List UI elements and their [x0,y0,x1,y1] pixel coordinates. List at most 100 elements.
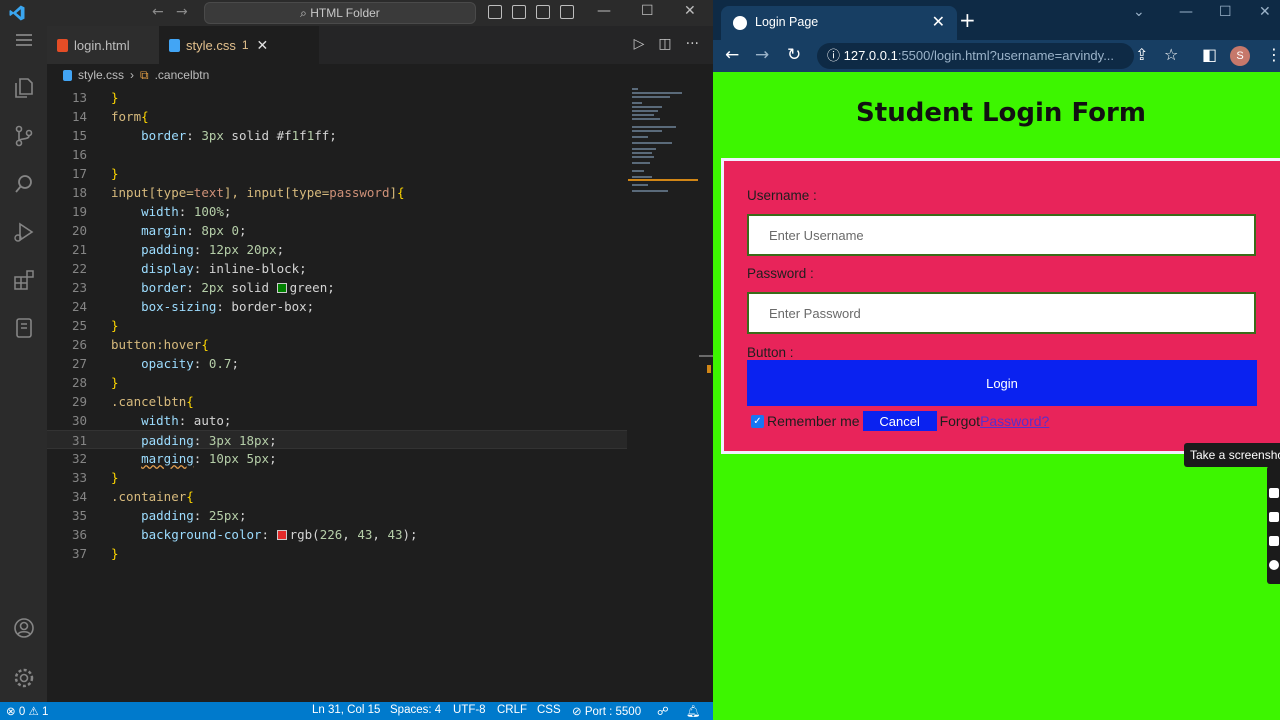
address-bar[interactable]: ⓘ 127.0.0.1:5500/login.html?username=arv… [817,43,1134,69]
indentation[interactable]: Spaces: 4 [390,704,441,716]
settings-gear-icon[interactable] [1269,560,1279,570]
forgot-password-link[interactable]: Password? [980,413,1049,429]
screenshot-tooltip: Take a screensho [1184,443,1280,467]
maximize-icon[interactable]: ☐ [641,3,654,19]
customize-layout-icon[interactable] [560,5,574,19]
problems-indicator[interactable]: ⊗ 0 ⚠ 1 [6,704,48,718]
line-ending[interactable]: CRLF [497,704,527,716]
cancel-button[interactable]: Cancel [862,411,937,431]
toggle-panel-icon[interactable] [512,5,526,19]
code-line[interactable]: 28} [47,373,627,392]
region-capture-icon[interactable] [1269,512,1279,522]
editor-tab-bar: login.html style.css 1 ✕ ▷ ◫ ··· [47,26,713,64]
bookmark-star-icon[interactable]: ☆ [1164,45,1178,64]
run-debug-icon[interactable] [12,220,36,244]
password-input[interactable] [747,292,1256,334]
minimize-icon[interactable]: — [597,3,611,19]
line-number: 27 [71,356,87,371]
code-line[interactable]: 27 opacity: 0.7; [47,354,627,373]
profile-avatar[interactable]: S [1230,46,1250,66]
code-line[interactable]: 32 marging: 10px 5px; [47,449,627,468]
search-sidebar-icon[interactable] [12,172,36,196]
close-window-icon[interactable]: ✕ [1259,4,1271,20]
tab-login-html[interactable]: login.html [47,26,159,64]
code-line[interactable]: 24 box-sizing: border-box; [47,297,627,316]
tab-style-css[interactable]: style.css 1 ✕ [159,26,319,64]
forward-arrow-icon[interactable]: → [755,45,769,65]
toggle-sidebar-icon[interactable] [488,5,502,19]
remote-explorer-icon[interactable] [12,316,36,340]
code-line[interactable]: 20 margin: 8px 0; [47,221,627,240]
code-editor[interactable]: 13} 14 form{15 border: 3px solid #f1f1ff; 1… [47,88,627,568]
explorer-icon[interactable] [12,76,36,100]
site-info-icon[interactable]: ⓘ [827,48,844,63]
code-line[interactable]: 36 background-color: rgb(226, 43, 43); [47,525,627,544]
maximize-icon[interactable]: ☐ [1219,4,1232,20]
code-line[interactable]: 18 input[type=text], input[type=password]… [47,183,627,202]
command-center-search[interactable]: ⌕ HTML Folder [204,2,476,24]
extensions-icon[interactable] [12,268,36,292]
code-line[interactable]: 25} [47,316,627,335]
search-icon: ⌕ [300,6,311,20]
feedback-icon[interactable]: ☍ [657,704,669,718]
breadcrumb-file[interactable]: style.css [78,68,124,82]
notifications-bell-icon[interactable]: 🔔︎ [686,704,701,718]
toggle-secondary-sidebar-icon[interactable] [536,5,550,19]
share-icon[interactable]: ⇪ [1135,45,1148,64]
breadcrumb-symbol[interactable]: .cancelbtn [155,68,210,82]
close-tab-icon[interactable]: ✕ [257,37,269,54]
window-capture-icon[interactable] [1269,536,1279,546]
code-line[interactable]: 29 .cancelbtn{ [47,392,627,411]
code-line[interactable]: 30 width: auto; [47,411,627,430]
new-tab-plus-icon[interactable]: + [959,8,976,32]
line-number: 19 [71,204,87,219]
username-input[interactable] [747,214,1256,256]
forward-arrow-icon[interactable]: → [176,4,188,20]
code-line[interactable]: 17} [47,164,627,183]
run-icon[interactable]: ▷ [634,36,645,52]
tab-search-chevron-icon[interactable]: ⌄ [1133,4,1145,20]
code-line[interactable]: 26 button:hover{ [47,335,627,354]
code-line[interactable]: 19 width: 100%; [47,202,627,221]
code-line[interactable]: 33} [47,468,627,487]
encoding[interactable]: UTF-8 [453,704,486,716]
code-line[interactable]: 37} [47,544,627,563]
browser-menu-icon[interactable]: ⋮ [1266,45,1280,64]
code-line[interactable]: 34 .container{ [47,487,627,506]
code-line[interactable]: 35 padding: 25px; [47,506,627,525]
language-mode[interactable]: CSS [537,704,561,716]
side-panel-icon[interactable]: ◧ [1202,45,1217,64]
code-line[interactable]: 13} [47,88,627,107]
close-window-icon[interactable]: ✕ [684,3,696,19]
more-actions-icon[interactable]: ··· [686,36,699,52]
code-line[interactable]: 31 padding: 3px 18px; [47,430,627,449]
code-line[interactable]: 21 padding: 12px 20px; [47,240,627,259]
reload-icon[interactable]: ↻ [787,45,801,65]
browser-tab-login-page[interactable]: Login Page ✕ [721,6,957,40]
back-arrow-icon[interactable]: ← [725,45,739,65]
live-server-port[interactable]: ⊘ Port : 5500 [572,704,641,718]
symbol-class-icon: ⧉ [140,67,149,82]
minimap[interactable] [628,86,700,206]
minimize-icon[interactable]: — [1179,4,1193,20]
code-line[interactable]: 14 form{ [47,107,627,126]
line-number: 16 [71,147,87,162]
camera-icon[interactable] [1269,488,1279,498]
close-tab-icon[interactable]: ✕ [932,12,945,32]
code-text: form{ [111,109,149,124]
code-line[interactable]: 15 border: 3px solid #f1f1ff; [47,126,627,145]
settings-gear-icon[interactable] [12,666,36,690]
code-text: } [111,375,119,390]
code-line[interactable]: 16 [47,145,627,164]
cursor-position[interactable]: Ln 31, Col 15 [312,704,380,716]
code-line[interactable]: 23 border: 2px solid green; [47,278,627,297]
split-editor-icon[interactable]: ◫ [658,36,671,52]
login-button[interactable]: Login [747,360,1257,406]
remember-me-checkbox[interactable]: ✓ [751,414,764,428]
account-icon[interactable] [12,616,36,640]
tab-label: login.html [74,37,130,53]
back-arrow-icon[interactable]: ← [152,4,164,20]
menu-icon[interactable] [12,28,36,52]
source-control-icon[interactable] [12,124,36,148]
code-line[interactable]: 22 display: inline-block; [47,259,627,278]
